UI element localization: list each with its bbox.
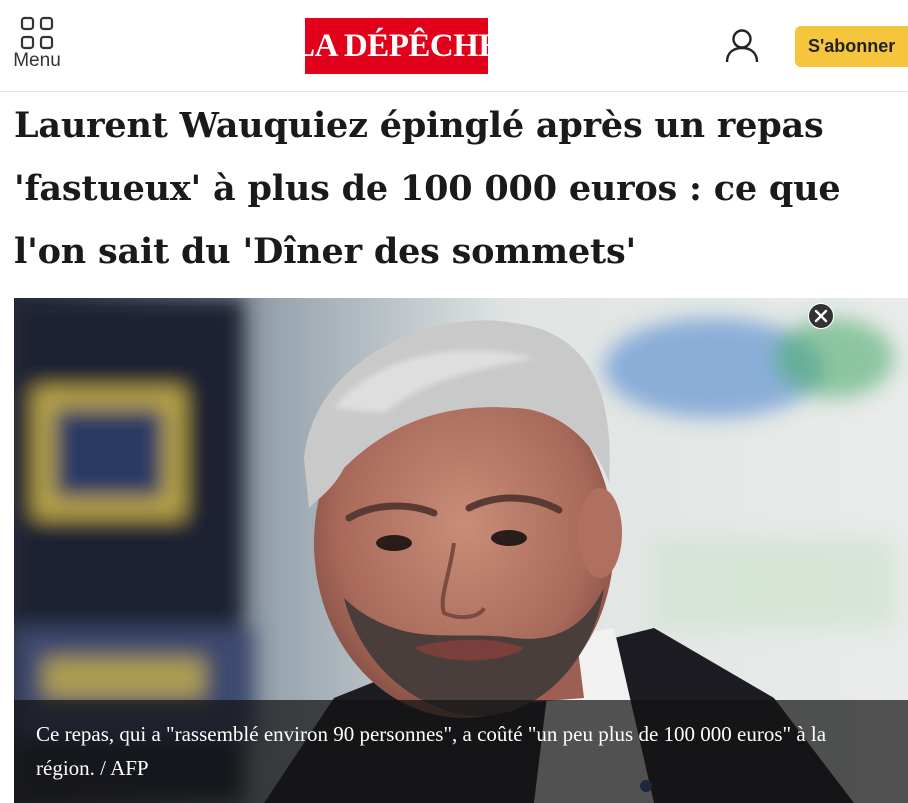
menu-label: Menu [13, 50, 61, 71]
close-icon [808, 303, 834, 329]
menu-button[interactable]: Menu [8, 12, 66, 72]
site-header: Menu LA DÉPÊCHE S'abonner [0, 0, 908, 92]
article-headline: Laurent Wauquiez épinglé après un repas … [14, 105, 841, 272]
photo-caption: Ce repas, qui a "rassemblé environ 90 pe… [14, 700, 908, 803]
user-icon [725, 29, 759, 63]
photo-credit: / AFP [100, 756, 149, 780]
subscribe-button[interactable]: S'abonner [795, 26, 908, 67]
account-button[interactable] [722, 26, 762, 66]
site-logo[interactable]: LA DÉPÊCHE [293, 18, 500, 74]
article-photo: Ce repas, qui a "rassemblé environ 90 pe… [14, 298, 908, 803]
logo-text: LA DÉPÊCHE [293, 27, 500, 64]
close-photo-button[interactable] [808, 303, 834, 329]
caption-text: Ce repas, qui a "rassemblé environ 90 pe… [36, 722, 827, 780]
grid-icon [20, 16, 54, 50]
